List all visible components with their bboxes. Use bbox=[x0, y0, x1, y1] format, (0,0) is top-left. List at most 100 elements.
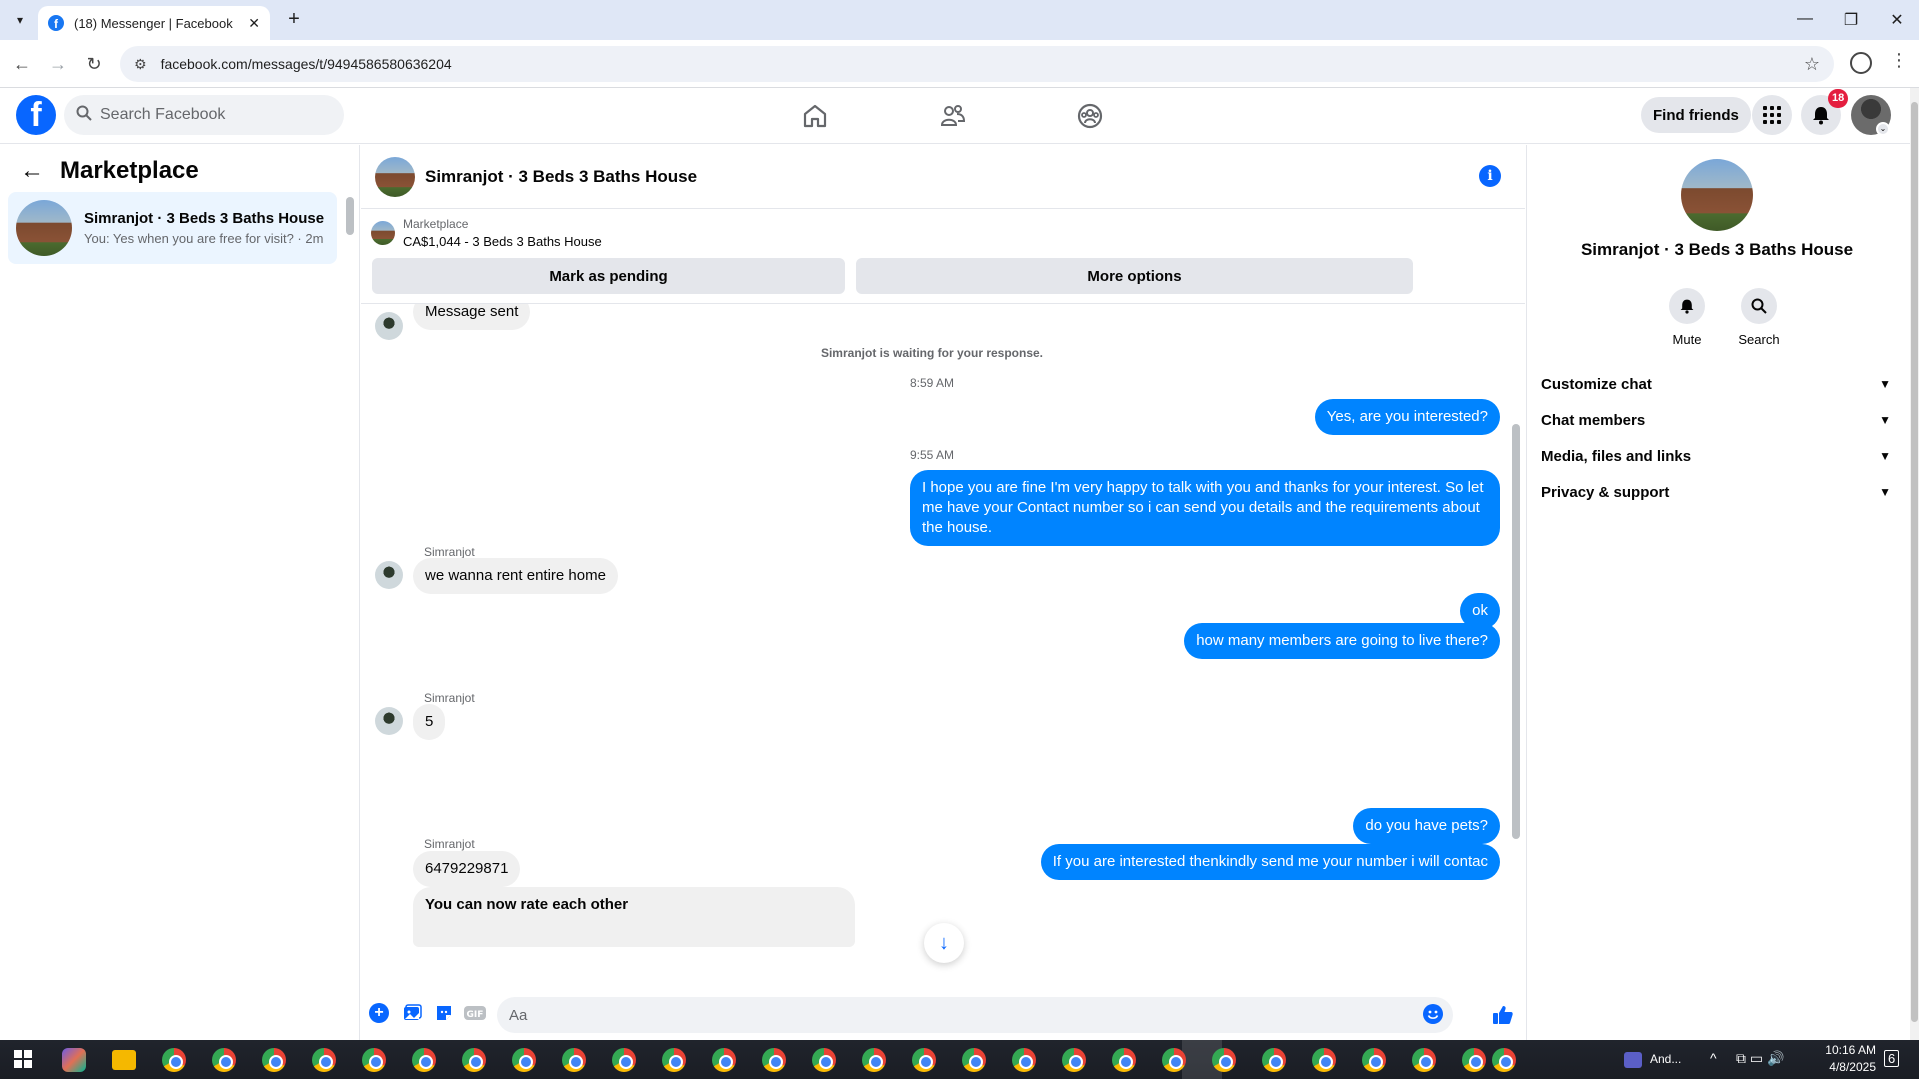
windows-start-icon[interactable] bbox=[14, 1050, 32, 1068]
message-bubble: Yes, are you interested? bbox=[1314, 399, 1500, 435]
bookmark-star-icon[interactable]: ☆ bbox=[1804, 54, 1820, 75]
chrome-icon[interactable] bbox=[1112, 1048, 1136, 1072]
plus-icon[interactable]: + bbox=[369, 1003, 389, 1023]
media-app-icon[interactable] bbox=[1624, 1052, 1642, 1068]
media-files-links-row[interactable]: Media, files and links ▼ bbox=[1541, 438, 1891, 474]
chat-members-row[interactable]: Chat members ▼ bbox=[1541, 402, 1891, 438]
list-scrollbar[interactable] bbox=[346, 197, 354, 235]
chrome-icon[interactable] bbox=[362, 1048, 386, 1072]
search-in-conversation-button[interactable]: Search bbox=[1729, 288, 1789, 347]
chrome-icon[interactable] bbox=[1262, 1048, 1286, 1072]
chrome-icon[interactable] bbox=[762, 1048, 786, 1072]
privacy-support-row[interactable]: Privacy & support ▼ bbox=[1541, 474, 1891, 510]
groups-icon[interactable] bbox=[1072, 98, 1108, 134]
page-scrollbar[interactable] bbox=[1910, 88, 1919, 1040]
message-thread: Message sent Simranjot is waiting for yo… bbox=[361, 304, 1525, 984]
svg-text:GIF: GIF bbox=[467, 1010, 484, 1020]
minimize-button[interactable]: — bbox=[1790, 10, 1820, 28]
tab-close-icon[interactable]: ✕ bbox=[248, 15, 260, 32]
chrome-icon[interactable] bbox=[962, 1048, 986, 1072]
facebook-favicon-icon: f bbox=[48, 15, 64, 31]
chrome-icon[interactable] bbox=[662, 1048, 686, 1072]
chevron-down-icon[interactable]: ⌄ bbox=[1876, 122, 1890, 136]
chat-avatar[interactable] bbox=[375, 156, 415, 197]
chrome-icon[interactable] bbox=[1312, 1048, 1336, 1072]
chrome-icon[interactable] bbox=[512, 1048, 536, 1072]
emoji-icon[interactable] bbox=[1423, 1004, 1443, 1024]
chrome-icon[interactable] bbox=[162, 1048, 186, 1072]
conversation-preview: You: Yes when you are free for visit? · … bbox=[84, 231, 324, 246]
chrome-icon[interactable] bbox=[812, 1048, 836, 1072]
chrome-icon[interactable] bbox=[862, 1048, 886, 1072]
notification-center-icon[interactable]: 6 bbox=[1884, 1050, 1900, 1067]
chrome-icon[interactable] bbox=[1462, 1048, 1486, 1072]
clock-date[interactable]: 4/8/2025 bbox=[1812, 1060, 1876, 1074]
find-friends-button[interactable]: Find friends bbox=[1641, 97, 1751, 133]
chrome-icon[interactable] bbox=[312, 1048, 336, 1072]
reload-button[interactable]: ↻ bbox=[82, 52, 106, 76]
chrome-icon[interactable] bbox=[1012, 1048, 1036, 1072]
file-explorer-icon[interactable] bbox=[112, 1050, 136, 1070]
chrome-icon[interactable] bbox=[1362, 1048, 1386, 1072]
gif-icon[interactable]: GIF bbox=[463, 1003, 487, 1025]
back-button[interactable]: ← bbox=[10, 52, 34, 76]
site-info-icon[interactable]: ⚙ bbox=[134, 56, 147, 73]
chrome-icon[interactable] bbox=[212, 1048, 236, 1072]
chrome-icon[interactable] bbox=[712, 1048, 736, 1072]
customize-chat-row[interactable]: Customize chat ▼ bbox=[1541, 366, 1891, 402]
search-input[interactable] bbox=[100, 106, 320, 124]
sender-avatar bbox=[375, 312, 403, 340]
search-box[interactable] bbox=[64, 95, 344, 135]
conversation-name: Simranjot · 3 Beds 3 Baths House bbox=[84, 210, 325, 227]
message-bubble: I hope you are fine I'm very happy to ta… bbox=[910, 470, 1500, 546]
chrome-icon[interactable] bbox=[1062, 1048, 1086, 1072]
forward-button[interactable]: → bbox=[46, 52, 70, 76]
panel-title: Marketplace bbox=[60, 157, 199, 184]
page-scrollbar-thumb[interactable] bbox=[1911, 102, 1918, 1022]
photo-icon[interactable] bbox=[401, 1003, 423, 1025]
menu-grid-icon[interactable] bbox=[1752, 95, 1792, 135]
tray-icons[interactable]: ⧉ ▭ 🔊 bbox=[1736, 1050, 1784, 1067]
message-input[interactable] bbox=[497, 997, 1453, 1033]
chat-title[interactable]: Simranjot · 3 Beds 3 Baths House bbox=[425, 167, 697, 187]
thread-scrollbar[interactable] bbox=[1512, 424, 1520, 839]
browser-profile-icon[interactable] bbox=[1850, 52, 1872, 74]
more-options-button[interactable]: More options bbox=[856, 258, 1413, 294]
tray-chevron-icon[interactable]: ^ bbox=[1710, 1050, 1717, 1066]
clock-time[interactable]: 10:16 AM bbox=[1812, 1043, 1876, 1057]
chrome-icon[interactable] bbox=[562, 1048, 586, 1072]
home-icon[interactable] bbox=[797, 98, 833, 134]
chrome-icon[interactable] bbox=[1212, 1048, 1236, 1072]
friends-icon[interactable] bbox=[935, 98, 971, 134]
chrome-icon[interactable] bbox=[1162, 1048, 1186, 1072]
message-bubble: we wanna rent entire home bbox=[413, 558, 618, 594]
info-icon[interactable]: i bbox=[1479, 165, 1501, 187]
restore-button[interactable]: ❐ bbox=[1836, 10, 1866, 30]
tab-search-dropdown-icon[interactable]: ▾ bbox=[8, 8, 32, 32]
sticker-icon[interactable] bbox=[433, 1003, 455, 1025]
chrome-icon[interactable] bbox=[1412, 1048, 1436, 1072]
copilot-icon[interactable] bbox=[62, 1048, 86, 1072]
browser-tab[interactable]: f (18) Messenger | Facebook ✕ bbox=[38, 6, 270, 40]
chrome-icon[interactable] bbox=[412, 1048, 436, 1072]
chrome-icon[interactable] bbox=[912, 1048, 936, 1072]
listing-small-thumbnail bbox=[371, 221, 395, 245]
thumbs-up-icon[interactable] bbox=[1491, 1003, 1515, 1025]
marketplace-listing-banner[interactable]: Marketplace CA$1,044 - 3 Beds 3 Baths Ho… bbox=[371, 217, 602, 249]
browser-menu-icon[interactable]: ⋮ bbox=[1890, 50, 1908, 71]
conversation-item[interactable]: Simranjot · 3 Beds 3 Baths House You: Ye… bbox=[8, 192, 337, 264]
new-tab-button[interactable]: + bbox=[282, 8, 306, 31]
url-text[interactable]: facebook.com/messages/t/9494586580636204 bbox=[161, 56, 452, 72]
chrome-icon[interactable] bbox=[612, 1048, 636, 1072]
scroll-to-bottom-button[interactable]: ↓ bbox=[924, 923, 964, 963]
media-app-label[interactable]: And... bbox=[1650, 1052, 1681, 1066]
window-close-button[interactable]: ✕ bbox=[1882, 10, 1912, 30]
mark-as-pending-button[interactable]: Mark as pending bbox=[372, 258, 845, 294]
facebook-logo-icon[interactable]: f bbox=[16, 95, 56, 135]
chrome-icon[interactable] bbox=[1492, 1048, 1516, 1072]
chrome-icon[interactable] bbox=[462, 1048, 486, 1072]
omnibox[interactable]: ⚙ facebook.com/messages/t/94945865806362… bbox=[120, 46, 1834, 82]
back-arrow-icon[interactable]: ← bbox=[20, 157, 44, 185]
chrome-icon[interactable] bbox=[262, 1048, 286, 1072]
mute-button[interactable]: Mute bbox=[1657, 288, 1717, 347]
